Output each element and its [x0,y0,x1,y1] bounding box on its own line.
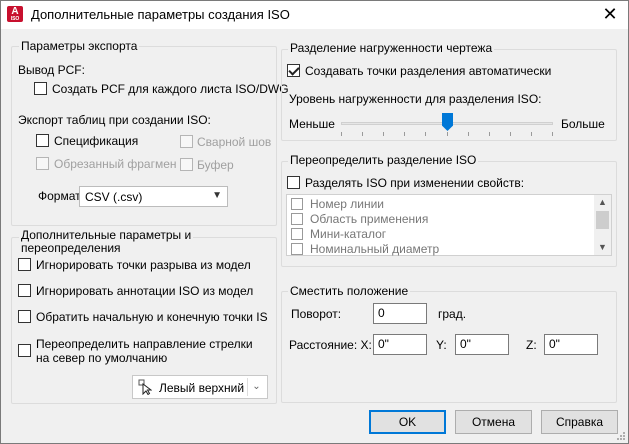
ignore-annotations-checkbox[interactable] [18,284,31,297]
ignore-annotations-label: Игнорировать аннотации ISO из модел [36,284,254,298]
rotation-unit: град. [438,307,467,321]
density-slider[interactable] [341,113,553,136]
autocad-app-icon: A ISO [7,6,23,22]
slider-tick [510,132,511,136]
slider-tick [447,132,448,136]
slider-tick [552,132,553,136]
export-group-title: Параметры экспорта [19,39,140,53]
split-on-change-label: Разделять ISO при изменении свойств: [305,176,525,190]
split-properties-list[interactable]: Номер линии Область применения Мини-ката… [286,194,612,256]
cancel-button[interactable]: Отмена [455,410,532,434]
slider-tick [468,132,469,136]
weld-checkbox[interactable] [180,135,193,148]
density-group-title: Разделение нагруженности чертежа [288,41,495,55]
list-scrollbar[interactable]: ▲ ▼ [594,195,611,255]
list-item-checkbox[interactable] [291,198,303,210]
format-select[interactable]: CSV (.csv) ▼ [79,186,228,207]
z-label: Z: [526,338,537,352]
override-arrow-checkbox[interactable] [18,344,31,357]
help-button[interactable]: Справка [541,410,618,434]
pcf-output-label: Вывод PCF: [18,63,85,77]
cut-fragment-label: Обрезанный фрагмен [54,157,177,171]
slider-tick [425,132,426,136]
scroll-down-icon[interactable]: ▼ [594,240,611,255]
overrides-group-title: Дополнительные параметры и переопределен… [19,228,194,255]
x-input[interactable]: 0" [373,334,427,355]
cut-fragment-checkbox[interactable] [36,157,49,170]
resize-grip-icon[interactable] [616,431,626,441]
north-arrow-icon [138,379,152,395]
offset-group-title: Сместить положение [288,284,411,298]
slider-tick [489,132,490,136]
override-arrow-label: Переопределить направление стрелки на се… [36,337,253,365]
list-item-checkbox[interactable] [291,213,303,225]
dialog-title: Дополнительные параметры создания ISO [31,7,290,22]
spec-label: Спецификация [54,134,139,148]
buffer-checkbox[interactable] [180,158,193,171]
scroll-up-icon[interactable]: ▲ [594,195,611,210]
slider-tick [531,132,532,136]
ignore-breaks-checkbox[interactable] [18,258,31,271]
slider-tick [404,132,405,136]
pcf-each-sheet-checkbox[interactable] [34,82,47,95]
scroll-thumb[interactable] [596,211,609,229]
z-input[interactable]: 0" [544,334,598,355]
format-label: Формат [38,189,81,203]
chevron-down-icon: ⌄ [247,378,265,396]
arrow-position-value: Левый верхний [159,381,245,395]
density-level-label: Уровень нагруженности для разделения ISO… [289,92,542,106]
y-input[interactable]: 0" [455,334,509,355]
reverse-points-checkbox[interactable] [18,310,31,323]
reverse-points-label: Обратить начальную и конечную точки IS [36,310,268,324]
format-value: CSV (.csv) [85,190,143,204]
list-item-checkbox[interactable] [291,243,303,255]
y-label: Y: [436,338,447,352]
pcf-each-sheet-label: Создать PCF для каждого листа ISO/DWG [52,82,289,96]
ok-button[interactable]: OK [369,410,446,434]
auto-split-label: Создавать точки разделения автоматически [305,64,552,78]
arrow-position-dropdown[interactable]: Левый верхний ⌄ [132,375,268,399]
auto-split-checkbox[interactable] [287,64,300,77]
rotation-input[interactable]: 0 [373,303,427,324]
slider-tick [341,132,342,136]
slider-tick [383,132,384,136]
spec-checkbox[interactable] [36,134,49,147]
title-bar[interactable]: A ISO Дополнительные параметры создания I… [1,1,628,29]
chevron-down-icon: ▼ [212,190,222,201]
rotation-label: Поворот: [291,307,342,321]
tables-export-label: Экспорт таблиц при создании ISO: [18,113,211,127]
dialog-window: A ISO Дополнительные параметры создания I… [0,0,629,444]
ignore-breaks-label: Игнорировать точки разрыва из модел [36,258,251,272]
slider-thumb[interactable] [442,113,453,131]
slider-min-label: Меньше [289,117,335,131]
split-on-change-checkbox[interactable] [287,176,300,189]
distance-x-label: Расстояние: X: [289,338,372,352]
split-override-group-title: Переопределить разделение ISO [288,153,479,167]
weld-label: Сварной шов [197,135,272,149]
close-icon[interactable]: ✕ [598,3,622,25]
buffer-label: Буфер [197,158,234,172]
slider-max-label: Больше [561,117,605,131]
list-item-checkbox[interactable] [291,228,303,240]
slider-tick [362,132,363,136]
